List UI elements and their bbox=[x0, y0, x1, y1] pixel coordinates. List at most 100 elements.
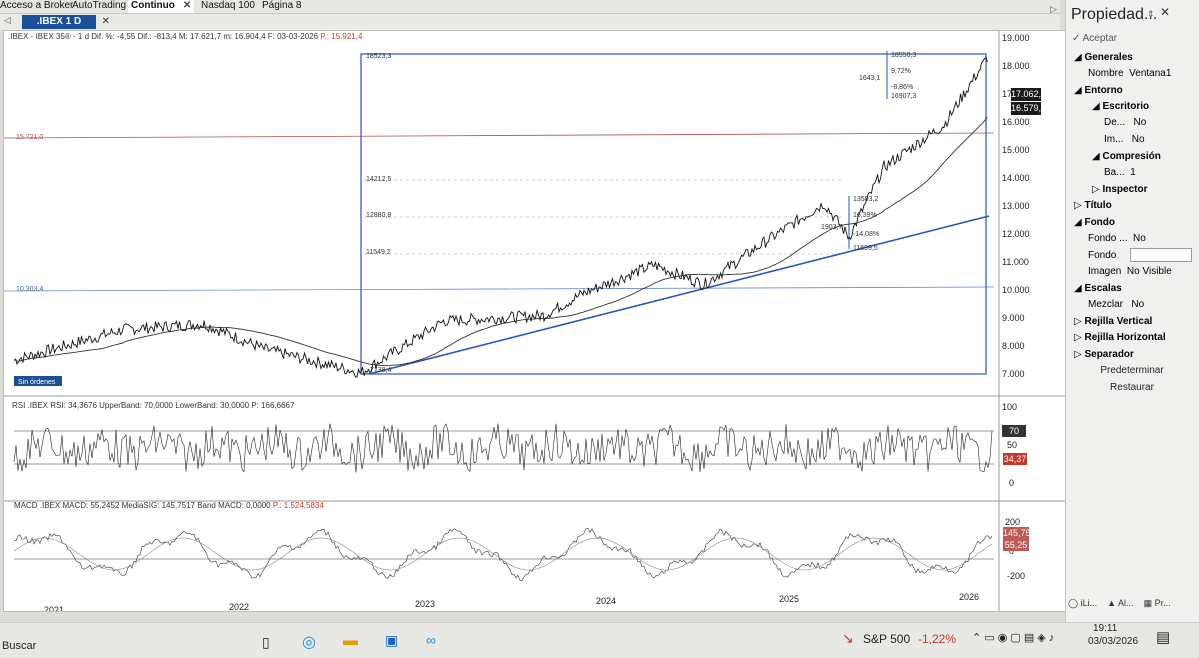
price-tick: 11.000 bbox=[1002, 257, 1029, 267]
section-separador[interactable]: ▷ Separador bbox=[1074, 349, 1134, 360]
price-series bbox=[13, 56, 988, 378]
svg-text:-8,86%: -8,86% bbox=[891, 84, 913, 91]
pin-icon[interactable]: ⇕ bbox=[1147, 9, 1155, 20]
im-row[interactable]: Im... No bbox=[1104, 134, 1145, 145]
panel-bottom-tabs: ◯ iLi... ▲ Al... ▦ Pr... bbox=[1068, 598, 1171, 609]
de-row[interactable]: De... No bbox=[1104, 117, 1146, 128]
imagen-row[interactable]: Imagen No Visible bbox=[1088, 266, 1172, 277]
macd-tick: 200 bbox=[1005, 517, 1020, 527]
close-icon[interactable]: ✕ bbox=[1160, 5, 1170, 19]
tab-autotrading[interactable]: AutoTrading bbox=[72, 0, 126, 13]
svg-text:7138,4: 7138,4 bbox=[370, 367, 392, 374]
task-view-icon[interactable]: ▯ bbox=[262, 634, 270, 651]
last-price-box: 17.062,4 bbox=[1011, 88, 1047, 101]
svg-text:10.303,4: 10.303,4 bbox=[16, 286, 43, 293]
time-tick: 2025 bbox=[779, 594, 799, 604]
time-tick: 2024 bbox=[596, 596, 616, 606]
svg-text:16,39%: 16,39% bbox=[853, 212, 877, 219]
section-inspector[interactable]: ▷ Inspector bbox=[1092, 184, 1147, 195]
clock-time[interactable]: 19:11 bbox=[1093, 623, 1117, 634]
link-icon[interactable]: ∞ bbox=[426, 632, 436, 648]
macd-legend: MACD .IBEX MACD: 55,2452 MediaSIG: 145,7… bbox=[14, 501, 324, 510]
tab-acceso-broker[interactable]: Acceso a Broker bbox=[0, 0, 73, 13]
price-tick: 10.000 bbox=[1002, 285, 1030, 295]
clock-date[interactable]: 03/03/2026 bbox=[1088, 636, 1138, 647]
edge-icon[interactable]: ◎ bbox=[302, 632, 316, 652]
ba-row[interactable]: Ba... 1 bbox=[1104, 167, 1136, 178]
tab-al[interactable]: ▲ Al... bbox=[1107, 598, 1133, 608]
tab-nasdaq-100[interactable]: Nasdaq 100 bbox=[201, 0, 255, 13]
section-compresion[interactable]: ◢ Compresión bbox=[1092, 151, 1161, 162]
rsi-legend: RSI .IBEX RSI: 34,3676 UpperBand: 70,000… bbox=[12, 401, 295, 410]
time-tick: 2022 bbox=[229, 602, 249, 611]
price-tick: 9.000 bbox=[1002, 313, 1025, 323]
tab-ili[interactable]: ◯ iLi... bbox=[1068, 598, 1097, 608]
notification-icon[interactable]: ▤ bbox=[1156, 628, 1170, 646]
rsi-tick: 50 bbox=[1007, 440, 1017, 450]
chart-tab[interactable]: .IBEX 1 D ✕ bbox=[22, 15, 110, 29]
tray-icons[interactable]: ⌃ ▭ ◉ ▢ ▤ ◈ ♪ bbox=[972, 631, 1054, 644]
mezclar-row[interactable]: Mezclar No bbox=[1088, 299, 1144, 310]
price-tick: 12.000 bbox=[1002, 229, 1030, 239]
section-entorno[interactable]: ◢ Entorno bbox=[1074, 85, 1123, 96]
macd-series bbox=[13, 528, 993, 582]
svg-text:1643,1: 1643,1 bbox=[859, 75, 881, 82]
time-tick: 2021 bbox=[44, 605, 64, 611]
rsi-tick: 0 bbox=[1009, 478, 1014, 488]
main-legend: .IBEX - IBEX 35® - 1 d Dif. %: -4,55 Dif… bbox=[8, 32, 363, 41]
ticker-change: -1,22% bbox=[918, 632, 957, 646]
sin-ordenes-label: Sin órdenes bbox=[18, 379, 56, 386]
svg-text:18550,3: 18550,3 bbox=[891, 52, 916, 59]
section-titulo[interactable]: ▷ Título bbox=[1074, 200, 1112, 211]
section-generales[interactable]: ◢ Generales bbox=[1074, 52, 1133, 63]
price-tick: 14.000 bbox=[1002, 173, 1030, 183]
restaurar-button[interactable]: Restaurar bbox=[1072, 382, 1192, 393]
folder-icon[interactable]: ▬ bbox=[343, 632, 358, 649]
search-box[interactable]: Buscar bbox=[2, 640, 36, 652]
rsi-upper-box: 70 bbox=[1002, 425, 1026, 437]
price-tick: 18.000 bbox=[1002, 61, 1030, 71]
price-tick: 15.000 bbox=[1002, 145, 1030, 155]
panel-title: Propiedad... bbox=[1071, 6, 1158, 23]
tab-pr[interactable]: ▦ Pr... bbox=[1144, 598, 1171, 608]
svg-text:16907,3: 16907,3 bbox=[891, 93, 916, 100]
svg-text:11699,5: 11699,5 bbox=[853, 245, 878, 252]
fondo-row[interactable]: Fondo bbox=[1088, 250, 1116, 261]
svg-text:11549,2: 11549,2 bbox=[366, 249, 391, 256]
ma-price-box: 16.579,8 bbox=[1011, 102, 1047, 115]
svg-text:14212,5: 14212,5 bbox=[366, 176, 391, 183]
section-rejilla-vertical[interactable]: ▷ Rejilla Vertical bbox=[1074, 316, 1152, 327]
tab-continuo[interactable]: Continuo ✕ bbox=[128, 0, 195, 13]
accept-button[interactable]: ✓ Aceptar bbox=[1072, 33, 1117, 44]
price-tick: 19.000 bbox=[1002, 33, 1030, 43]
svg-text:9,72%: 9,72% bbox=[891, 68, 911, 75]
section-escalas[interactable]: ◢ Escalas bbox=[1074, 283, 1122, 294]
time-tick: 2026 bbox=[959, 592, 979, 602]
chart-canvas[interactable]: 19.000 18.000 17.000 16.000 15.000 14.00… bbox=[4, 31, 1066, 611]
fondo-dots-row[interactable]: Fondo ... No bbox=[1088, 233, 1146, 244]
section-escritorio[interactable]: ◢ Escritorio bbox=[1092, 101, 1149, 112]
workspace-tabbar: Acceso a Broker AutoTrading Continuo ✕ Na… bbox=[0, 0, 1060, 14]
section-fondo[interactable]: ◢ Fondo bbox=[1074, 217, 1115, 228]
arrow-left-icon[interactable]: ◁ bbox=[4, 15, 11, 26]
fondo-color-field[interactable] bbox=[1130, 248, 1192, 262]
trend-down-icon: ↘ bbox=[842, 630, 854, 646]
ticker-name[interactable]: S&P 500 bbox=[863, 632, 910, 646]
tab-pagina-8[interactable]: Página 8 bbox=[262, 0, 301, 13]
close-icon[interactable]: ✕ bbox=[183, 0, 191, 11]
moving-average-series bbox=[13, 117, 988, 367]
section-rejilla-horizontal[interactable]: ▷ Rejilla Horizontal bbox=[1074, 332, 1166, 343]
predeterminar-button[interactable]: Predeterminar bbox=[1072, 365, 1192, 376]
macd-tick: -200 bbox=[1007, 571, 1025, 581]
close-icon[interactable]: ✕ bbox=[102, 15, 110, 29]
price-tick: 13.000 bbox=[1002, 201, 1030, 211]
app-icon[interactable]: ▣ bbox=[385, 632, 398, 649]
svg-text:-14,08%: -14,08% bbox=[853, 231, 879, 238]
rsi-tick: 100 bbox=[1002, 402, 1017, 412]
rsi-value-box: 34,37 bbox=[1003, 453, 1027, 465]
svg-text:12880,8: 12880,8 bbox=[366, 212, 391, 219]
nombre-row[interactable]: Nombre Ventana1 bbox=[1088, 68, 1171, 79]
macd-sig-box: 145,75 bbox=[1003, 527, 1031, 539]
chart-window[interactable]: 19.000 18.000 17.000 16.000 15.000 14.00… bbox=[3, 30, 1067, 612]
price-tick: 16.000 bbox=[1002, 117, 1030, 127]
